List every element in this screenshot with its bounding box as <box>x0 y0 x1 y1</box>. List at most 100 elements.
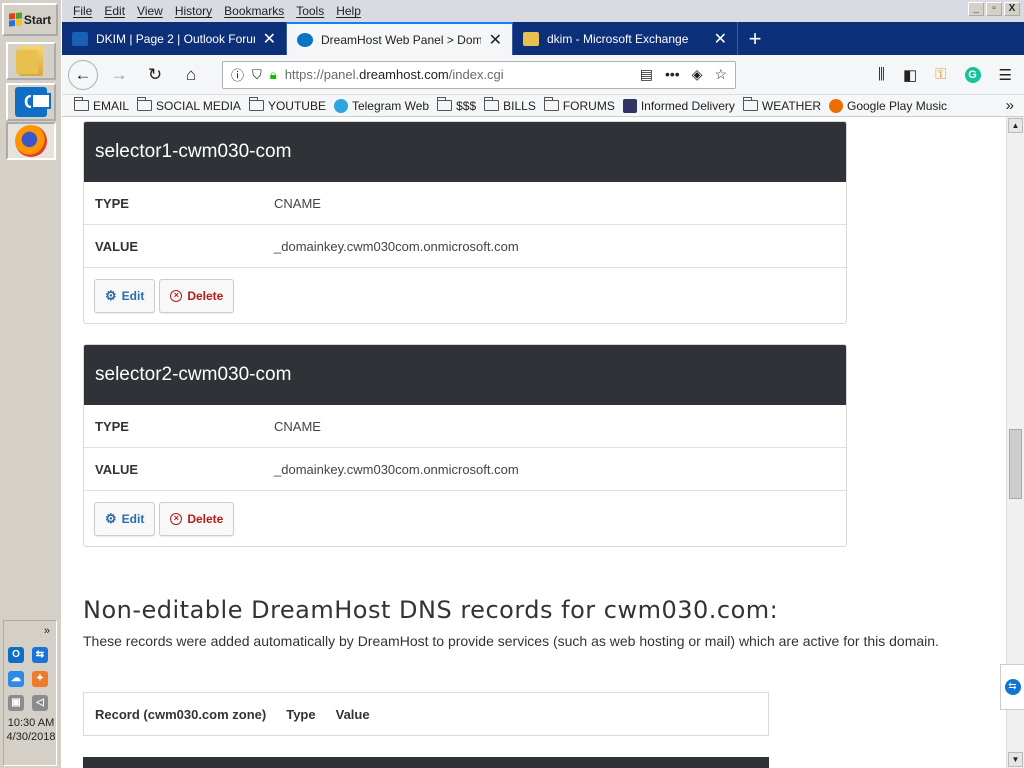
delete-button[interactable]: × Delete <box>159 501 235 536</box>
bookmark-label: SOCIAL MEDIA <box>156 98 241 113</box>
dns-record-card: selector2-cwm030-com TYPE CNAME VALUE _d… <box>83 344 847 547</box>
page-content: selector1-cwm030-com TYPE CNAME VALUE _d… <box>62 117 1006 768</box>
scrollbar-thumb[interactable] <box>1009 429 1022 499</box>
hamburger-menu-icon[interactable]: ☰ <box>999 66 1012 84</box>
menu-history[interactable]: History <box>169 4 218 18</box>
url-bar[interactable]: ⓘ ⛉ 🔒︎ https://panel.dreamhost.com/index… <box>222 60 736 89</box>
folder-icon <box>137 97 153 111</box>
menu-bookmarks[interactable]: Bookmarks <box>218 4 290 18</box>
taskbar-folder-button[interactable] <box>6 42 56 80</box>
non-editable-records-table-header: Record (cwm030.com zone) Type Value <box>83 692 769 736</box>
record-name: selector1-cwm030-com <box>84 122 846 182</box>
minimize-button[interactable]: _ <box>968 2 984 16</box>
bookmark-youtube[interactable]: YOUTUBE <box>248 97 326 113</box>
tab-title: DKIM | Page 2 | Outlook Forums by <box>96 31 255 46</box>
outlook-icon: O <box>15 87 51 117</box>
teamviewer-widget[interactable]: ⇆ <box>1000 664 1024 710</box>
column-value: Value <box>335 706 370 722</box>
forward-arrow-icon[interactable]: → <box>104 60 134 90</box>
tab-dkim-outlook-forums[interactable]: DKIM | Page 2 | Outlook Forums by ✕ <box>62 22 287 55</box>
tab-close-icon[interactable]: ✕ <box>263 29 276 49</box>
info-icon[interactable]: ⓘ <box>231 65 244 84</box>
non-editable-section-title: Non-editable DreamHost DNS records for c… <box>83 596 779 624</box>
folder-icon <box>74 97 89 111</box>
outlook-tray-icon[interactable]: O <box>8 647 24 663</box>
dreamhost-favicon-icon <box>297 32 313 47</box>
reload-icon[interactable]: ↻ <box>140 60 170 90</box>
bookmark-social-media[interactable]: SOCIAL MEDIA <box>137 97 241 113</box>
start-label: Start <box>23 12 52 27</box>
page-actions-more-icon[interactable]: ••• <box>665 66 680 83</box>
new-tab-plus-icon[interactable]: + <box>738 22 772 55</box>
teamviewer-tray-icon[interactable]: ⇆ <box>32 647 48 663</box>
bookmark-label: Google Play Music <box>846 98 948 113</box>
value-value: _domainkey.cwm030com.onmicrosoft.com <box>274 461 519 477</box>
tray-expand-chevron-icon[interactable]: » <box>44 625 50 637</box>
folder-icon <box>248 97 264 111</box>
key-extension-icon[interactable]: ⚿ <box>935 66 946 83</box>
bookmark-telegram-web[interactable]: Telegram Web <box>333 98 429 113</box>
value-value: _domainkey.cwm030com.onmicrosoft.com <box>274 238 519 254</box>
onedrive-cloud-icon[interactable]: ☁ <box>8 671 24 687</box>
tab-dkim-microsoft-exchange[interactable]: dkim - Microsoft Exchange ✕ <box>513 22 738 55</box>
bookmark-money[interactable]: $$$ <box>437 97 476 113</box>
dns-record-card: selector1-cwm030-com TYPE CNAME VALUE _d… <box>83 121 847 324</box>
bookmark-label: Informed Delivery <box>640 98 735 113</box>
bookmark-forums[interactable]: FORUMS <box>543 97 615 113</box>
window-controls: _ ▫ X <box>968 2 1020 16</box>
edit-label: Edit <box>121 288 145 303</box>
sidebar-icon[interactable]: ◧ <box>903 66 917 84</box>
bookmark-bills[interactable]: BILLS <box>484 97 536 113</box>
edit-button[interactable]: ⚙ Edit <box>94 501 156 536</box>
grammarly-icon[interactable]: G <box>964 66 981 83</box>
taskbar-outlook-button[interactable]: O <box>6 83 56 121</box>
menu-help[interactable]: Help <box>330 4 367 18</box>
menu-file[interactable]: File <box>67 4 98 18</box>
bookmarks-overflow-chevron-icon[interactable]: » <box>1006 97 1024 114</box>
scroll-down-arrow-icon[interactable]: ▼ <box>1008 752 1023 767</box>
tab-dreamhost-web-panel[interactable]: DreamHost Web Panel > Domain > ✕ <box>287 22 513 55</box>
navigation-toolbar: ← → ↻ ⌂ ⓘ ⛉ 🔒︎ https://panel.dreamhost.c… <box>62 55 1024 95</box>
bookmark-star-icon[interactable]: ☆ <box>714 66 727 83</box>
bookmark-label: EMAIL <box>93 98 130 113</box>
url-actions: ▤ ••• ◈ ☆ <box>640 66 727 83</box>
network-tray-icon[interactable]: ▣ <box>8 695 24 711</box>
avast-tray-icon[interactable]: ✦ <box>32 671 48 687</box>
url-prefix: https://panel. <box>284 67 360 82</box>
back-arrow-icon[interactable]: ← <box>68 59 98 90</box>
tab-title: DreamHost Web Panel > Domain > <box>321 32 481 47</box>
bookmark-google-play-music[interactable]: Google Play Music <box>828 98 948 113</box>
bookmark-weather[interactable]: WEATHER <box>742 97 821 113</box>
restore-button[interactable]: ▫ <box>986 2 1002 16</box>
bookmark-label: YOUTUBE <box>267 98 326 113</box>
library-icon[interactable]: ⫼ <box>878 66 885 83</box>
toolbar-right: ⫼ ◧ ⚿ G ☰ <box>878 66 1018 84</box>
edit-button[interactable]: ⚙ Edit <box>94 278 156 313</box>
close-window-button[interactable]: X <box>1004 2 1020 16</box>
tab-close-icon[interactable]: ✕ <box>489 30 502 50</box>
start-button[interactable]: Start <box>2 3 58 36</box>
home-icon[interactable]: ⌂ <box>176 60 206 90</box>
tab-bar: DKIM | Page 2 | Outlook Forums by ✕ Drea… <box>62 22 1024 55</box>
scroll-up-arrow-icon[interactable]: ▲ <box>1008 118 1023 133</box>
usps-eagle-icon <box>622 98 637 113</box>
bookmark-informed-delivery[interactable]: Informed Delivery <box>622 98 735 113</box>
menu-edit[interactable]: Edit <box>98 4 131 18</box>
clock-time[interactable]: 10:30 AM <box>4 717 58 729</box>
pocket-icon[interactable]: ◈ <box>692 66 703 83</box>
tracking-shield-icon[interactable]: ⛉ <box>252 67 262 83</box>
bookmark-email[interactable]: EMAIL <box>74 97 130 113</box>
value-label: VALUE <box>95 461 139 477</box>
delete-button[interactable]: × Delete <box>159 278 235 313</box>
volume-speaker-icon[interactable]: ◁ <box>32 695 48 711</box>
secure-lock-icon[interactable]: 🔒︎ <box>270 67 277 83</box>
reader-view-icon[interactable]: ▤ <box>640 66 653 83</box>
menu-view[interactable]: View <box>131 4 169 18</box>
taskbar-firefox-button[interactable] <box>6 122 56 160</box>
record-value-row: VALUE _domainkey.cwm030com.onmicrosoft.c… <box>84 225 846 268</box>
tab-title: dkim - Microsoft Exchange <box>547 31 689 46</box>
url-path: /index.cgi <box>448 67 504 82</box>
tab-close-icon[interactable]: ✕ <box>714 29 727 49</box>
column-record: Record (cwm030.com zone) <box>95 706 267 722</box>
menu-tools[interactable]: Tools <box>290 4 330 18</box>
